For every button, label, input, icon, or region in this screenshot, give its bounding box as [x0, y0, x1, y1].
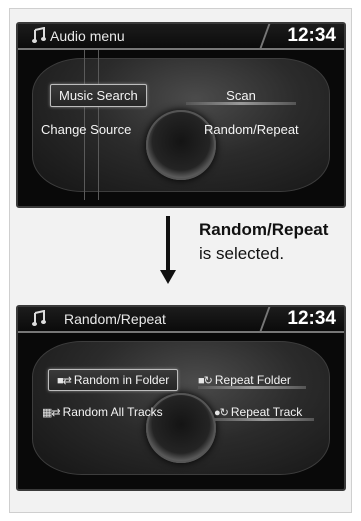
menu-item-change-source[interactable]: Change Source [41, 122, 131, 137]
music-note-icon [32, 310, 46, 326]
audio-menu-screen: Audio menu 12:34 Music Search Scan Chang… [16, 22, 346, 208]
menu-item-label: Repeat Folder [214, 373, 291, 387]
menu-item-label: Repeat Track [230, 405, 303, 419]
caption-emphasis: Random/Repeat [199, 220, 329, 239]
menu-item-label: Music Search [59, 88, 138, 103]
menu-item-scan[interactable]: Scan [186, 88, 296, 105]
repeat-folder-icon: ■↻ [198, 374, 213, 387]
menu-item-label: Random/Repeat [204, 122, 299, 137]
screen-title: Random/Repeat [64, 311, 166, 327]
random-all-icon: ▦⇄ [42, 406, 61, 419]
repeat-track-icon: ●↻ [214, 406, 229, 419]
clock: 12:34 [287, 25, 336, 46]
screen-title: Audio menu [50, 28, 125, 44]
divider [259, 24, 281, 48]
menu-item-label: Scan [226, 88, 256, 103]
menu-item-random-all-tracks[interactable]: ▦⇄ Random All Tracks [42, 405, 163, 419]
title-bar: Audio menu 12:34 [18, 24, 344, 50]
menu-item-random-repeat[interactable]: Random/Repeat [204, 122, 299, 137]
title-bar: Random/Repeat 12:34 [18, 307, 344, 333]
random-folder-icon: ■⇄ [57, 374, 72, 387]
clock: 12:34 [287, 308, 336, 329]
selector-knob[interactable] [146, 393, 216, 463]
menu-item-label: Change Source [41, 122, 132, 137]
selector-knob[interactable] [146, 110, 216, 180]
menu-item-music-search[interactable]: Music Search [50, 84, 147, 107]
menu-item-repeat-folder[interactable]: ■↻ Repeat Folder [198, 373, 306, 389]
menu-item-label: Random in Folder [73, 373, 170, 387]
menu-item-repeat-track[interactable]: ●↻ Repeat Track [214, 405, 314, 421]
random-repeat-screen: Random/Repeat 12:34 ■⇄ Random in Folder … [16, 305, 346, 491]
menu-item-random-in-folder[interactable]: ■⇄ Random in Folder [48, 369, 179, 391]
arrow-down-icon [160, 270, 176, 284]
music-note-icon [32, 27, 46, 43]
caption-text: is selected. [199, 244, 285, 263]
divider [259, 307, 281, 331]
menu-item-label: Random All Tracks [62, 405, 163, 419]
